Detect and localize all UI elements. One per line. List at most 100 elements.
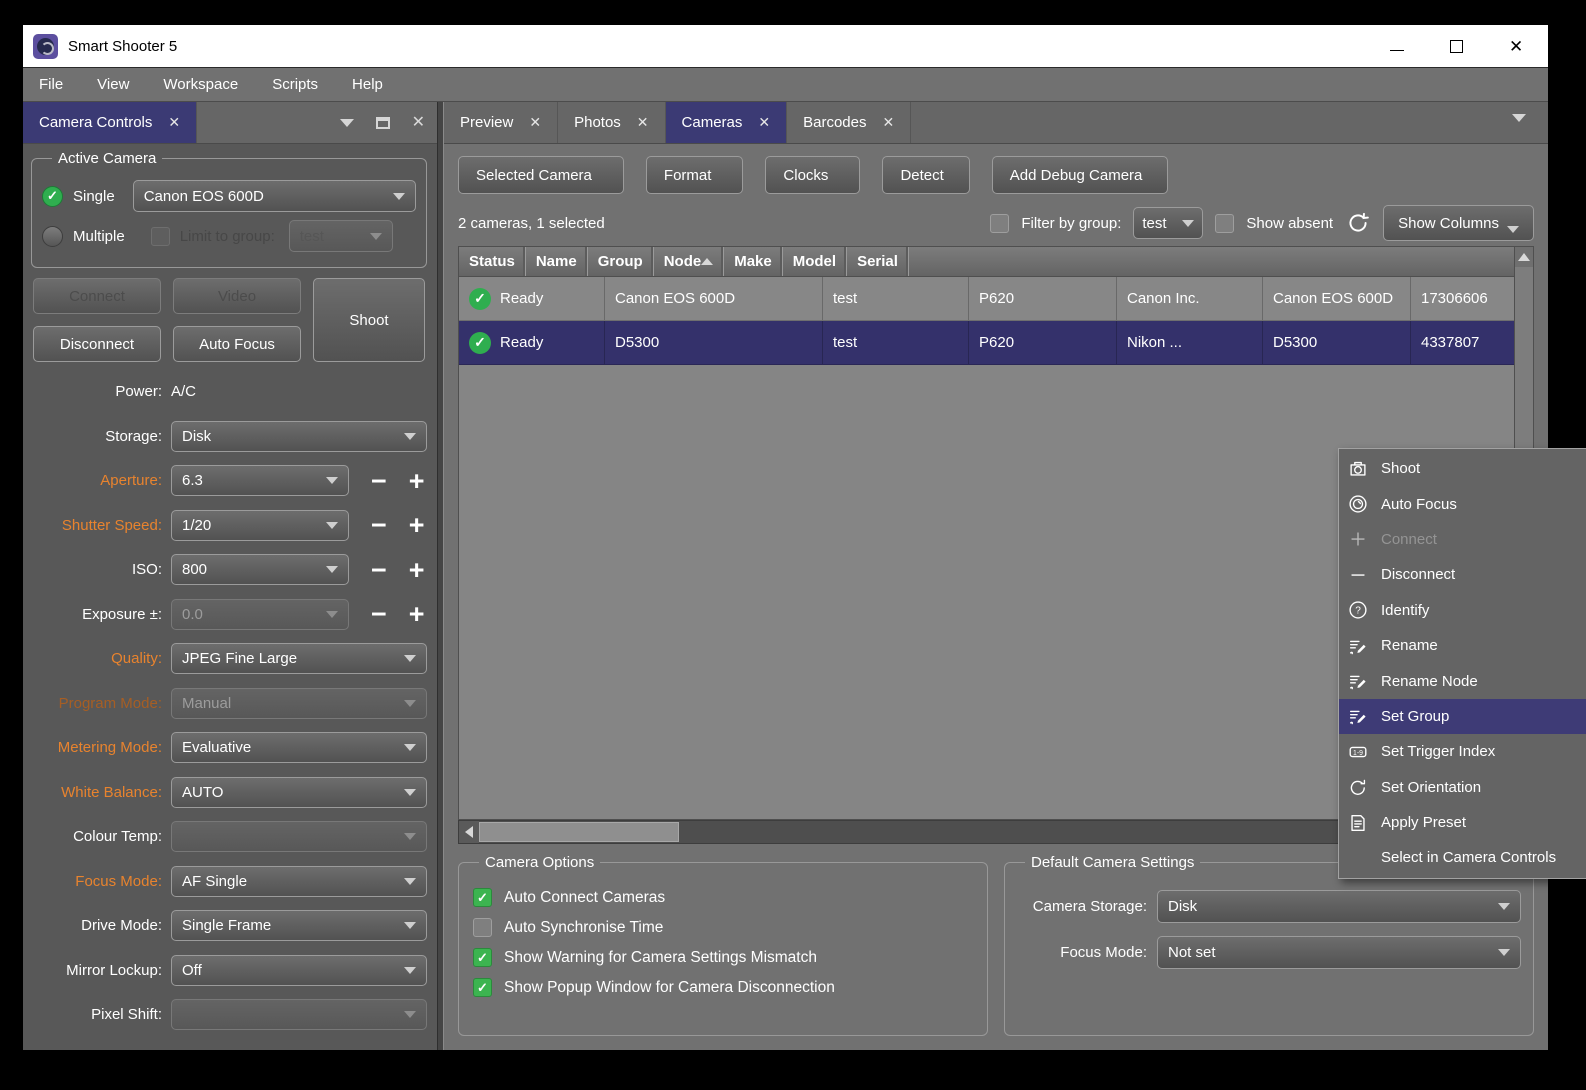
context-menu-item[interactable]: Auto Focus [1339, 486, 1586, 521]
view-tab[interactable]: Photos ✕ [558, 102, 666, 143]
auto-focus-button[interactable]: Auto Focus [173, 326, 301, 362]
menu-item[interactable]: Scripts [272, 76, 318, 93]
setting-select[interactable]: AF Single [171, 865, 427, 897]
setting-select[interactable]: AUTO [171, 776, 427, 808]
panel-splitter[interactable] [437, 102, 444, 1050]
context-menu-item[interactable]: Set Group [1339, 698, 1586, 735]
minimize-button-icon[interactable] [1390, 42, 1404, 51]
table-row[interactable]: ✓ Ready Canon EOS 600D test P620 Canon In… [459, 277, 1514, 321]
show-absent-checkbox[interactable] [1215, 213, 1235, 233]
connect-button[interactable]: Connect [33, 278, 161, 314]
context-menu-item[interactable]: Apply Preset [1339, 805, 1586, 840]
view-tab[interactable]: Barcodes ✕ [787, 102, 912, 143]
setting-select[interactable]: Disk [171, 420, 427, 452]
active-camera-select[interactable]: Canon EOS 600D [132, 180, 416, 212]
option-checkbox[interactable]: ✓ [473, 888, 492, 907]
table-row[interactable]: ✓ Ready D5300 test P620 Nikon ... D5300 4… [459, 321, 1514, 365]
chevron-down-icon [326, 566, 338, 573]
context-menu-item[interactable]: Rename Node [1339, 663, 1586, 698]
single-radio[interactable]: ✓ [42, 185, 63, 207]
column-header[interactable]: Make [724, 247, 783, 276]
decrement-button[interactable]: − [371, 467, 387, 495]
setting-select[interactable]: JPEG Fine Large [171, 643, 427, 674]
context-menu-item[interactable]: ? Identify [1339, 593, 1586, 628]
decrement-button[interactable]: − [371, 511, 387, 539]
menu-item-icon [1347, 458, 1381, 480]
column-header[interactable]: Serial [847, 247, 909, 276]
close-button-icon[interactable]: ✕ [1509, 38, 1524, 55]
setting-select[interactable] [171, 821, 427, 852]
context-menu-item[interactable]: Disconnect [1339, 557, 1586, 592]
setting-select[interactable]: 6.3 [171, 465, 349, 496]
context-menu-item[interactable]: 1-9 Set Trigger Index [1339, 734, 1586, 769]
option-checkbox[interactable]: ✓ [473, 948, 492, 967]
decrement-button[interactable]: − [371, 600, 387, 628]
video-button[interactable]: Video [173, 278, 301, 314]
default-setting-select[interactable]: Disk [1157, 890, 1521, 923]
menu-item[interactable]: Workspace [163, 76, 238, 93]
scroll-up-icon[interactable] [1515, 247, 1533, 267]
dock-float-icon[interactable] [375, 116, 390, 129]
limit-group-select[interactable]: test [288, 220, 393, 252]
menu-item[interactable]: View [97, 76, 129, 93]
menu-item-icon [1347, 635, 1381, 657]
column-header[interactable]: Model [783, 247, 848, 276]
option-checkbox[interactable]: ✓ [473, 978, 492, 997]
multiple-radio[interactable] [42, 225, 63, 247]
increment-button[interactable]: + [409, 600, 425, 628]
increment-button[interactable]: + [409, 556, 425, 584]
context-menu-item[interactable]: Set Orientation [1339, 770, 1586, 805]
default-setting-row: Focus Mode: Not set [1017, 936, 1521, 969]
setting-select[interactable]: Off [171, 954, 427, 986]
show-columns-button[interactable]: Show Columns [1383, 205, 1534, 241]
increment-button[interactable]: + [409, 511, 425, 539]
setting-select[interactable]: Manual [171, 687, 427, 719]
context-menu-item[interactable]: Rename [1339, 628, 1586, 663]
decrement-button[interactable]: − [371, 556, 387, 584]
setting-select[interactable] [171, 999, 427, 1030]
tab-list-icon[interactable] [1512, 114, 1526, 122]
context-menu-item[interactable]: Shoot [1339, 451, 1586, 486]
tab-close-icon[interactable]: ✕ [883, 114, 895, 131]
increment-button[interactable]: + [409, 467, 425, 495]
setting-select[interactable]: 800 [171, 554, 349, 585]
horizontal-scroll-thumb[interactable] [479, 822, 679, 842]
dock-close-icon[interactable]: ✕ [412, 114, 425, 130]
default-setting-select[interactable]: Not set [1157, 936, 1521, 969]
column-header[interactable]: Group [588, 247, 654, 276]
maximize-button-icon[interactable] [1450, 39, 1463, 53]
view-tab[interactable]: Preview ✕ [444, 102, 559, 143]
view-tab[interactable]: Cameras ✕ [665, 102, 788, 143]
filter-by-group-checkbox[interactable] [990, 213, 1010, 233]
filter-group-select[interactable]: test [1133, 207, 1204, 239]
setting-select[interactable]: 0.0 [171, 598, 349, 630]
shoot-button[interactable]: Shoot [313, 278, 425, 362]
toolbar-button[interactable]: Format [645, 156, 744, 194]
camera-setting-row: Exposure ±: 0.0 0.0 − + [82, 598, 425, 630]
limit-to-group-checkbox[interactable] [150, 226, 170, 246]
dock-menu-icon[interactable] [339, 118, 354, 127]
tab-close-icon[interactable]: ✕ [637, 114, 649, 131]
column-header[interactable]: Node [654, 247, 725, 276]
menu-item[interactable]: File [39, 76, 63, 93]
menu-item[interactable]: Help [352, 76, 383, 93]
tab-close-icon[interactable]: ✕ [168, 114, 180, 131]
refresh-icon[interactable] [1345, 210, 1371, 236]
setting-select[interactable]: Single Frame [171, 910, 427, 941]
toolbar-button[interactable]: Clocks [765, 156, 861, 194]
column-header[interactable]: Name [526, 247, 588, 276]
tab-camera-controls[interactable]: Camera Controls ✕ [23, 102, 198, 143]
setting-select[interactable]: Evaluative [171, 732, 427, 763]
context-menu-item[interactable]: Connect [1339, 522, 1586, 557]
context-menu-item[interactable]: Select in Camera Controls [1339, 840, 1586, 875]
toolbar-button[interactable]: Selected Camera [458, 156, 624, 194]
disconnect-button[interactable]: Disconnect [33, 326, 161, 362]
toolbar-button[interactable]: Add Debug Camera [991, 156, 1169, 194]
option-checkbox[interactable] [473, 918, 492, 937]
setting-select[interactable]: 1/20 [171, 509, 349, 541]
tab-close-icon[interactable]: ✕ [758, 114, 770, 131]
toolbar-button[interactable]: Detect [882, 156, 970, 194]
column-header[interactable]: Status [459, 247, 526, 276]
tab-close-icon[interactable]: ✕ [529, 114, 541, 131]
scroll-left-icon[interactable] [459, 821, 479, 843]
